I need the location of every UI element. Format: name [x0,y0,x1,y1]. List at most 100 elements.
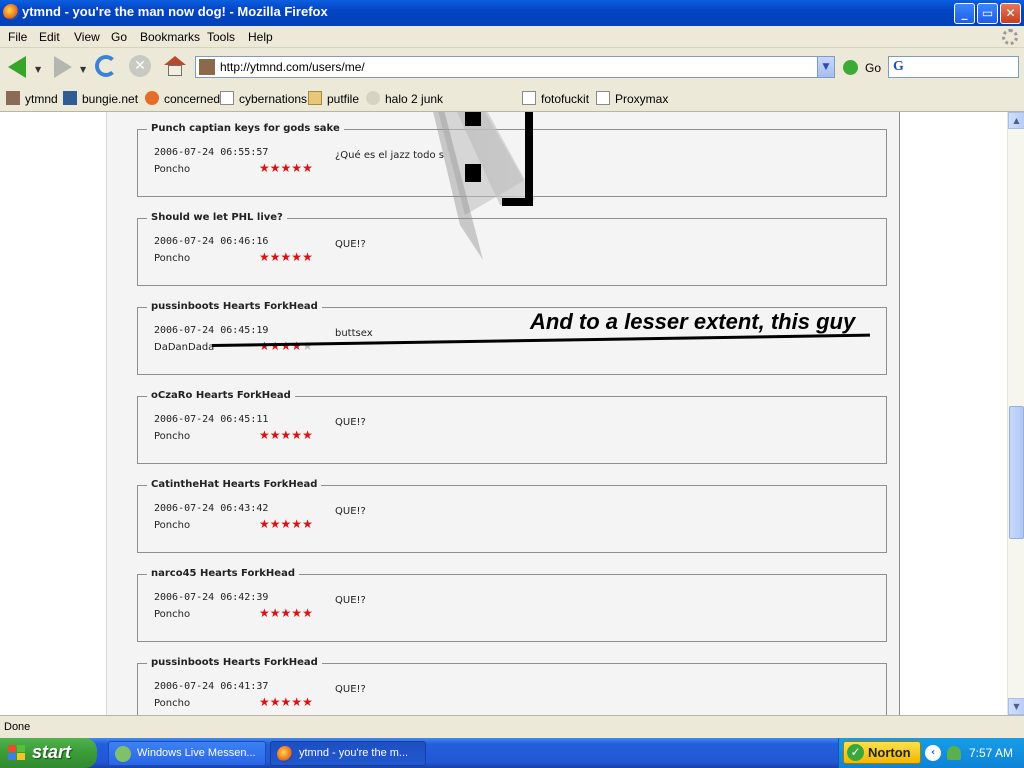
bookmark-label: putfile [327,92,360,106]
putfile-icon [308,91,322,105]
star-icon: ★ [302,339,313,353]
entry-timestamp: 2006-07-24 06:41:37 [154,681,269,692]
star-icon: ★ [259,606,270,620]
vertical-scrollbar[interactable]: ▲ ▼ [1007,112,1024,715]
rating-stars: ★★★★★ [259,517,313,531]
bookmark-fotofuckit[interactable]: fotofuckit [522,91,589,107]
close-button[interactable]: ✕ [1000,3,1021,24]
menu-help[interactable]: Help [248,30,273,44]
menu-file[interactable]: File [8,30,27,44]
bookmark-proxymax[interactable]: Proxymax [596,91,668,107]
taskbar-item-messenger[interactable]: Windows Live Messen... [108,741,266,766]
comment-entry: oCzaRo Hearts ForkHead 2006-07-24 06:45:1… [137,390,887,464]
star-icon: ★ [291,606,303,620]
star-icon: ★ [259,428,270,442]
bookmark-ytmnd[interactable]: ytmnd [6,91,58,107]
star-icon: ★ [302,161,313,175]
star-icon: ★ [259,695,270,709]
start-button[interactable]: start [0,738,97,768]
taskbar-item-firefox[interactable]: ytmnd - you're the m... [270,741,426,766]
bookmark-putfile[interactable]: putfile [308,91,359,107]
scroll-up-button[interactable]: ▲ [1008,112,1024,129]
menu-view[interactable]: View [74,30,100,44]
search-input[interactable]: G [888,56,1019,78]
star-icon: ★ [259,161,270,175]
menu-go[interactable]: Go [111,30,127,44]
stop-button[interactable]: ✕ [127,54,155,80]
menu-bookmarks[interactable]: Bookmarks [140,30,200,44]
page-icon [220,91,234,105]
url-dropdown-button[interactable]: ▼ [817,57,834,77]
forward-button[interactable] [48,54,76,80]
bookmark-label: ytmnd [25,92,58,106]
entry-username[interactable]: DaDanDada [154,342,214,353]
rating-stars: ★★★★★ [259,250,313,264]
entry-username[interactable]: Poncho [154,520,190,531]
entry-username[interactable]: Poncho [154,698,190,709]
entry-site-title[interactable]: narco45 Hearts ForkHead [147,568,299,579]
rating-stars: ★★★★★ [259,161,313,175]
back-history-dropdown[interactable]: ▼ [35,65,41,74]
scroll-thumb[interactable] [1009,406,1024,539]
url-input[interactable]: http://ytmnd.com/users/me/ ▼ [195,56,835,78]
forward-history-dropdown[interactable]: ▼ [80,65,86,74]
firefox-icon [277,746,293,762]
star-icon: ★ [291,428,303,442]
entry-site-title[interactable]: oCzaRo Hearts ForkHead [147,390,295,401]
home-icon [164,56,186,76]
tray-expand-icon[interactable]: ‹ [925,745,941,761]
entry-comment: buttsex [335,328,373,339]
entry-comment: QUE!? [335,595,366,606]
bookmark-label: Proxymax [615,92,669,106]
norton-button[interactable]: ✓ Norton [843,741,921,764]
entry-site-title[interactable]: pussinboots Hearts ForkHead [147,301,322,312]
windows-flag-icon [8,745,26,761]
entry-site-title[interactable]: Should we let PHL live? [147,212,287,223]
entry-timestamp: 2006-07-24 06:45:19 [154,325,269,336]
star-icon: ★ [291,695,303,709]
star-icon: ★ [280,339,292,353]
star-icon: ★ [280,250,292,264]
annotation-text: And to a lesser extent, this guy [530,309,856,334]
star-icon: ★ [280,606,292,620]
entry-site-title[interactable]: pussinboots Hearts ForkHead [147,657,322,668]
messenger-tray-icon[interactable] [947,746,961,760]
entry-username[interactable]: Poncho [154,609,190,620]
site-favicon-icon [199,59,215,75]
scroll-down-button[interactable]: ▼ [1008,698,1024,715]
entry-site-title[interactable]: CatintheHat Hearts ForkHead [147,479,322,490]
star-icon: ★ [302,250,313,264]
entry-timestamp: 2006-07-24 06:43:42 [154,503,269,514]
entry-comment: QUE!? [335,239,366,250]
bookmark-cybernations[interactable]: cybernations [220,91,307,107]
go-label: Go [865,61,882,75]
entry-username[interactable]: Poncho [154,431,190,442]
page-icon [522,91,536,105]
entry-username[interactable]: Poncho [154,164,190,175]
back-arrow-icon [8,56,26,78]
menu-tools[interactable]: Tools [207,30,235,44]
bookmark-label: halo 2 junk [385,92,444,106]
bookmark-concerned[interactable]: concerned [145,91,220,107]
entry-username[interactable]: Poncho [154,253,190,264]
bookmark-bungie[interactable]: bungie.net [63,91,138,107]
comment-entry: CatintheHat Hearts ForkHead 2006-07-24 06… [137,479,887,553]
reload-button[interactable] [93,54,121,80]
star-icon: ★ [269,695,281,709]
star-icon: ★ [302,517,313,531]
back-button[interactable] [4,54,32,80]
maximize-button[interactable]: ▭ [977,3,998,24]
home-button[interactable] [162,54,190,80]
entry-site-title[interactable]: Punch captian keys for gods sake [147,123,344,134]
bookmark-label: fotofuckit [541,92,590,106]
window-title: ytmnd - you're the man now dog! - Mozill… [22,4,328,19]
star-icon: ★ [291,517,303,531]
star-icon: ★ [291,339,303,353]
minimize-button[interactable]: _ [954,3,975,24]
menu-edit[interactable]: Edit [39,30,60,44]
entry-comment: QUE!? [335,506,366,517]
norton-label: Norton [868,745,911,760]
bookmark-halo2junk[interactable]: halo 2 junk [366,91,443,107]
star-icon: ★ [280,428,292,442]
google-search-icon: G [893,59,904,74]
